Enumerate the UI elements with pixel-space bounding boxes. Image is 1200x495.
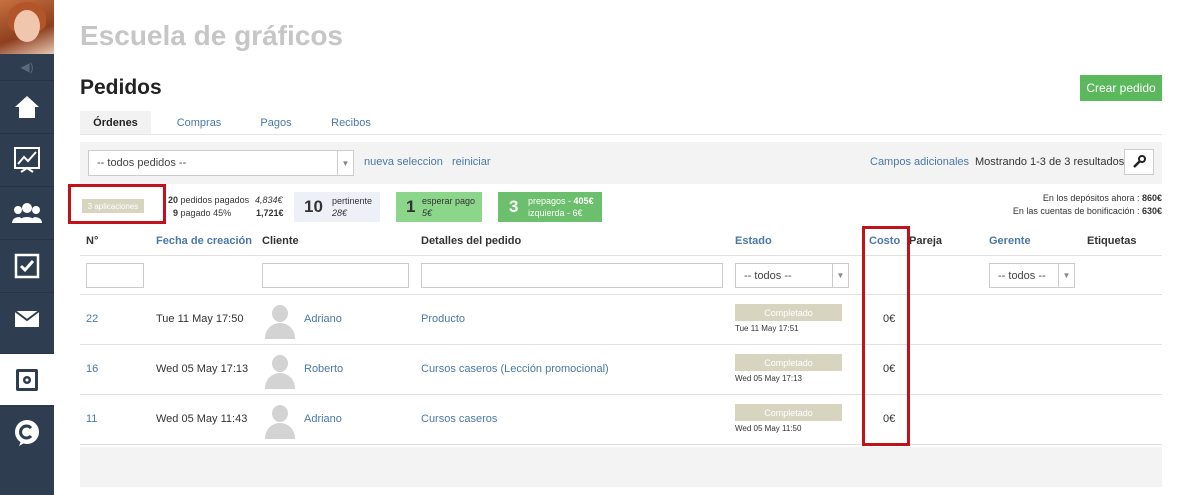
create-order-button[interactable]: Crear pedido [1080,75,1162,101]
order-created: Tue 11 May 17:50 [156,313,244,325]
extra-fields-link[interactable]: Campos adicionales [870,156,969,168]
paid-orders-amount: 4,834€ [255,195,283,205]
chat-icon[interactable] [0,406,54,458]
status-badge: Completado [735,304,842,321]
status-date: Wed 05 May 11:50 [735,424,802,433]
users-icon[interactable] [0,186,54,238]
tab-compras[interactable]: Compras [165,111,233,134]
settings-button[interactable] [1124,149,1154,175]
column-manager[interactable]: Gerente [989,235,1031,247]
order-details-link[interactable]: Producto [421,313,465,325]
deposits-balance: En los depósitos ahora : 860€ [1042,193,1162,203]
home-icon[interactable] [0,80,54,132]
chevron-down-icon: ▼ [1058,264,1074,287]
tab-pagos[interactable]: Pagos [248,111,304,134]
order-created: Wed 05 May 11:43 [156,413,248,425]
client-link[interactable]: Roberto [304,363,343,375]
client-link[interactable]: Adriano [304,313,342,325]
table-row[interactable]: 11 Wed 05 May 11:43 Adriano Cursos caser… [80,395,1162,445]
results-count: Mostrando 1-3 de 3 resultados. [975,156,1128,168]
applications-badge[interactable]: 3 aplicaciones [82,199,144,213]
relevant-box[interactable]: 10 pertinente 28€ [294,192,380,222]
reset-link[interactable]: reiniciar [452,156,491,168]
column-client: Cliente [262,235,299,247]
details-filter-input[interactable] [421,263,723,288]
checkbox-icon[interactable] [0,239,54,291]
table-row[interactable]: 16 Wed 05 May 17:13 Roberto Cursos caser… [80,345,1162,395]
table-footer [80,447,1162,487]
client-avatar [262,303,298,339]
orders-filter-value: -- todos pedidos -- [97,157,187,169]
tab-ordenes[interactable]: Órdenes [80,111,151,134]
tab-recibos[interactable]: Recibos [320,111,382,134]
order-id-link[interactable]: 22 [86,313,98,325]
column-partner: Pareja [909,235,943,247]
manager-filter-value: -- todos -- [998,269,1046,282]
order-details-link[interactable]: Cursos caseros [421,413,497,425]
tabs: Órdenes Compras Pagos Recibos [80,111,1162,135]
sidebar: ◀︎) [0,0,54,495]
user-avatar[interactable] [0,0,54,54]
status-filter-value: -- todos -- [744,269,792,282]
orders-filter-select[interactable]: -- todos pedidos -- ▼ [88,150,354,176]
page-title: Pedidos [80,76,162,99]
manager-filter-select[interactable]: -- todos -- ▼ [989,263,1075,288]
status-badge: Completado [735,354,842,371]
status-date: Wed 05 May 17:13 [735,374,803,383]
bonus-balance: En las cuentas de bonificación : 630€ [1012,206,1162,216]
paid-orders: 20 pedidos pagados [168,195,250,205]
chevron-down-icon: ▼ [337,151,353,175]
order-id-link[interactable]: 11 [86,413,97,425]
new-selection-link[interactable]: nueva seleccion [364,156,443,168]
status-badge: Completado [735,404,842,421]
mail-icon[interactable] [0,292,54,344]
number-filter-input[interactable] [86,263,144,288]
client-avatar [262,353,298,389]
column-tags: Etiquetas [1087,235,1137,247]
status-date: Tue 11 May 17:51 [735,324,799,333]
order-details-link[interactable]: Cursos caseros (Lección promocional) [421,363,609,375]
order-id-link[interactable]: 16 [86,363,98,375]
column-created[interactable]: Fecha de creación [156,235,252,247]
school-title: Escuela de gráficos [80,20,344,51]
divider [80,255,1162,256]
wrench-icon [1133,155,1146,168]
column-number: N° [86,235,99,247]
paid-percent: 9 pagado 45% [173,208,232,218]
prepaid-box[interactable]: 3 prepagos - 405€ izquierda - 6€ [498,192,602,222]
filter-bar: -- todos pedidos -- ▼ nueva seleccion re… [80,142,1162,184]
paid-percent-amount: 1,721€ [256,208,284,218]
chart-icon[interactable] [0,133,54,185]
order-created: Wed 05 May 17:13 [156,363,249,375]
waiting-payment-box[interactable]: 1 esperar pago 5€ [396,192,482,222]
highlight-frame [862,226,910,446]
chevron-down-icon: ▼ [832,264,848,287]
column-status[interactable]: Estado [735,235,772,247]
client-avatar [262,403,298,439]
client-filter-input[interactable] [262,263,409,288]
safe-icon[interactable] [0,353,54,405]
status-filter-select[interactable]: -- todos -- ▼ [735,263,849,288]
column-details: Detalles del pedido [421,235,522,247]
client-link[interactable]: Adriano [304,413,342,425]
table-row[interactable]: 22 Tue 11 May 17:50 Adriano Producto Com… [80,295,1162,345]
speaker-icon[interactable]: ◀︎) [0,54,54,80]
